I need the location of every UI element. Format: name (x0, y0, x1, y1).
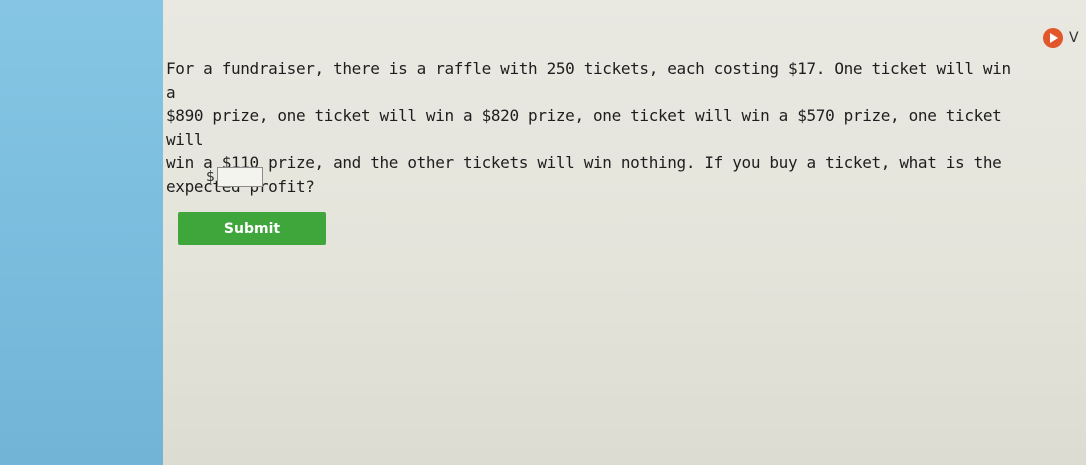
left-sidebar-strip (0, 0, 163, 465)
answer-input[interactable] (216, 167, 263, 187)
video-button[interactable]: V (1043, 28, 1079, 48)
answer-row: $ (206, 167, 263, 187)
question-line-2: $890 prize, one ticket will win a $820 p… (166, 106, 1002, 149)
question-line-3: win a $110 prize, and the other tickets … (166, 153, 1002, 172)
question-text: For a fundraiser, there is a raffle with… (166, 57, 1026, 198)
question-line-1: For a fundraiser, there is a raffle with… (166, 59, 1011, 102)
play-icon (1043, 28, 1063, 48)
video-label: V (1069, 30, 1079, 46)
submit-button[interactable]: Submit (178, 212, 326, 245)
currency-symbol: $ (206, 169, 215, 185)
